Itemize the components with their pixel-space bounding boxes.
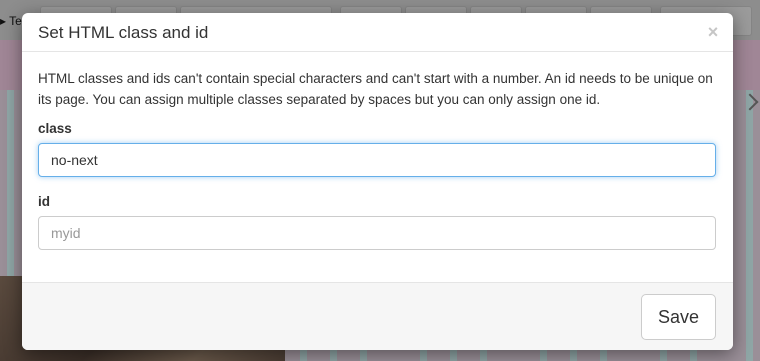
- id-input[interactable]: [38, 216, 716, 250]
- background-column-stripe: [746, 90, 753, 361]
- save-button[interactable]: Save: [641, 294, 716, 340]
- help-text: HTML classes and ids can't contain speci…: [38, 71, 713, 107]
- dialog-body: HTML classes and ids can't contain speci…: [22, 52, 733, 250]
- dialog-title: Set HTML class and id: [38, 23, 209, 42]
- id-field-label: id: [38, 194, 50, 209]
- chevron-right-icon: [741, 93, 759, 111]
- dialog-header: Set HTML class and id ×: [22, 13, 733, 52]
- dialog-footer: Save: [22, 282, 733, 350]
- close-icon[interactable]: ×: [705, 22, 721, 42]
- class-input[interactable]: [38, 143, 716, 177]
- class-field-label: class: [38, 121, 72, 136]
- background-toolbar-label: ▸ Te: [0, 14, 22, 28]
- html-class-id-dialog: Set HTML class and id × HTML classes and…: [22, 13, 733, 350]
